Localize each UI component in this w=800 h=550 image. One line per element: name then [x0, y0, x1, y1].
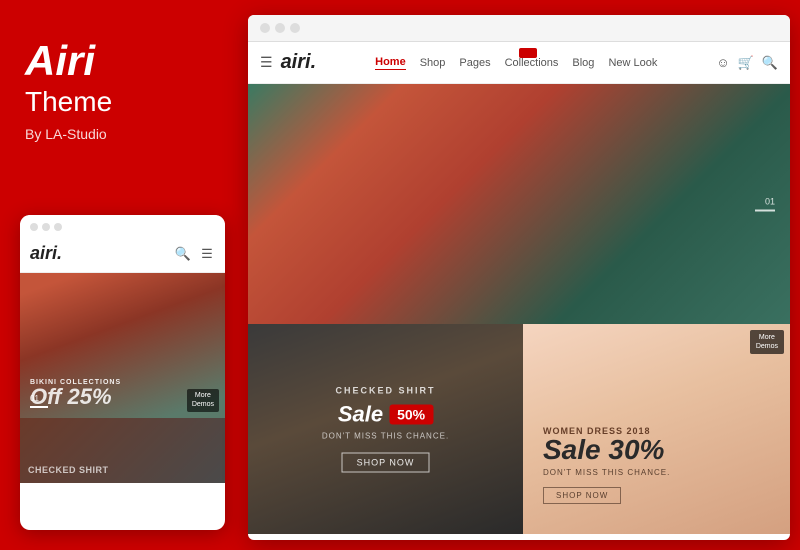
checked-shirt-label: CHECKED SHIRT [258, 386, 513, 396]
mobile-page-line [30, 406, 48, 408]
browser-dot-1 [260, 23, 270, 33]
nav-link-home[interactable]: Home [375, 56, 406, 70]
bottom-left-panel: CHECKED SHIRT Sale 50% DON'T MISS THIS C… [248, 324, 523, 534]
sale-30-text: Sale 30% [543, 436, 670, 464]
bottom-right-overlay: Women Dress 2018 Sale 30% DON'T MISS THI… [543, 426, 670, 504]
mobile-hero: BIKINI COLLECTIONS Off 25% 01 MoreDemos [20, 273, 225, 418]
nav-links: Home Shop Pages Collections Blog New Loo… [375, 56, 657, 70]
mobile-page-num: 01 [30, 394, 48, 403]
mobile-logo: airi. [30, 243, 62, 264]
nav-logo: airi. [281, 51, 317, 74]
mobile-page-indicator: 01 [30, 394, 48, 408]
browser-dot-3 [290, 23, 300, 33]
mobile-menu-icon[interactable]: ☰ [199, 246, 215, 262]
browser-mockup: ☰ airi. Home Shop Pages Collections Blog… [248, 15, 790, 540]
hero-page-indicator: 01 [755, 197, 775, 212]
brand-title: Airi [25, 40, 220, 82]
mobile-dots [20, 215, 225, 239]
website-nav: ☰ airi. Home Shop Pages Collections Blog… [248, 42, 790, 84]
by-studio-label: By LA-Studio [25, 126, 220, 142]
dont-miss-text: DON'T MISS THIS CHANCE. [543, 468, 670, 477]
hero-model-background [248, 84, 790, 324]
user-icon[interactable]: ☺ [716, 55, 729, 70]
mobile-header: airi. 🔍 ☰ [20, 239, 225, 273]
cart-icon[interactable]: 🛒 [738, 55, 754, 71]
hero-page-line [755, 210, 775, 212]
bottom-right-panel: Women Dress 2018 Sale 30% DON'T MISS THI… [523, 324, 790, 534]
mobile-dot-1 [30, 223, 38, 231]
theme-label: Theme [25, 86, 220, 118]
nav-link-shop[interactable]: Shop [420, 57, 446, 69]
nav-right: ☺ 🛒 🔍 [716, 55, 778, 71]
mobile-bottom-text: CHECKED SHIRT [28, 465, 109, 475]
more-demos-badge[interactable]: MoreDemos [750, 330, 784, 354]
mobile-bottom-section: CHECKED SHIRT [20, 418, 225, 483]
bottom-left-overlay: CHECKED SHIRT Sale 50% DON'T MISS THIS C… [248, 376, 523, 483]
mobile-icons: 🔍 ☰ [175, 246, 215, 262]
mobile-search-icon[interactable]: 🔍 [175, 246, 191, 262]
nav-left: ☰ airi. [260, 51, 316, 74]
browser-bar [248, 15, 790, 42]
sale-pct-badge: 50% [389, 405, 433, 425]
hero-section: 01 [248, 84, 790, 324]
nav-link-collections[interactable]: Collections [505, 57, 559, 69]
hamburger-icon[interactable]: ☰ [260, 54, 273, 71]
browser-dots [260, 23, 300, 33]
mobile-dot-3 [54, 223, 62, 231]
nav-link-pages[interactable]: Pages [459, 57, 490, 69]
bottom-grid: CHECKED SHIRT Sale 50% DON'T MISS THIS C… [248, 324, 790, 534]
sale-badge-row: Sale 50% [258, 402, 513, 428]
shop-now-button-right[interactable]: Shop Now [543, 487, 621, 504]
search-icon[interactable]: 🔍 [762, 55, 778, 71]
nav-link-newlook[interactable]: New Look [608, 57, 657, 69]
browser-dot-2 [275, 23, 285, 33]
shop-now-button[interactable]: Shop Now [342, 453, 430, 473]
hero-page-num: 01 [765, 197, 775, 207]
mobile-more-demos[interactable]: MoreDemos [187, 389, 219, 412]
sale-word: Sale [338, 402, 383, 428]
nav-link-blog[interactable]: Blog [572, 57, 594, 69]
nav-badge [519, 48, 537, 58]
mobile-dot-2 [42, 223, 50, 231]
miss-chance-text: DON'T MISS THIS CHANCE. [258, 432, 513, 441]
mobile-mockup: airi. 🔍 ☰ BIKINI COLLECTIONS Off 25% 01 … [20, 215, 225, 530]
